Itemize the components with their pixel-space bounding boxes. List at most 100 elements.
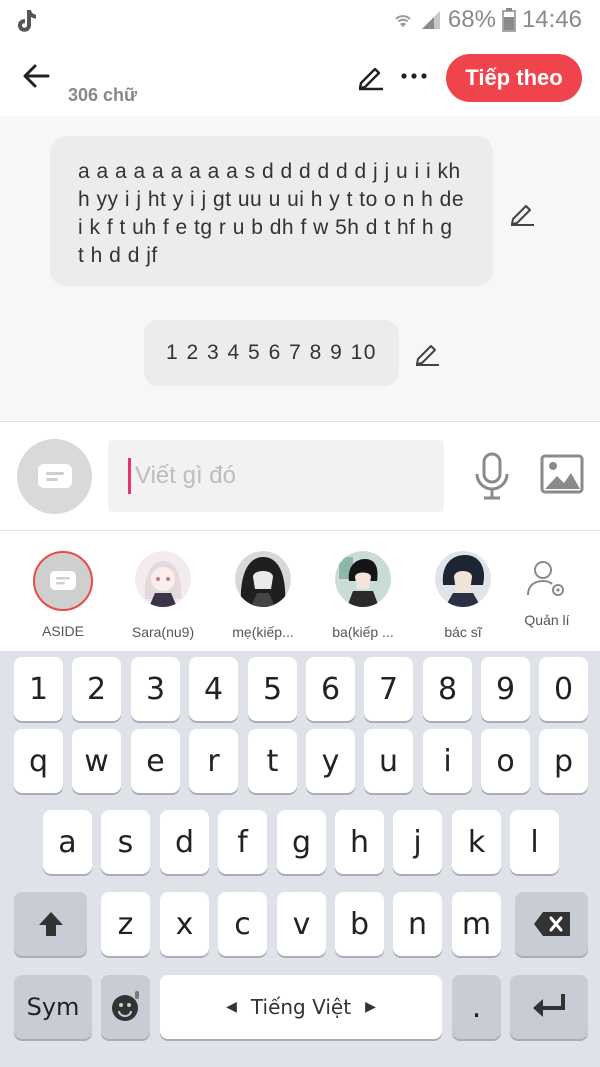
message-area: a a a a a a a a a s d d d d d d j j u i … xyxy=(0,116,600,420)
edit-message-icon[interactable] xyxy=(412,338,442,368)
avatar xyxy=(135,551,191,607)
tiktok-icon xyxy=(18,10,36,32)
key-b[interactable]: b xyxy=(335,892,384,956)
character-ba[interactable]: ba(kiếp ... xyxy=(318,551,408,640)
image-icon[interactable] xyxy=(540,454,584,494)
header: 306 chữ Tiếp theo xyxy=(0,40,600,116)
more-options-button[interactable] xyxy=(396,58,432,94)
character-aside[interactable]: ASIDE xyxy=(18,551,108,639)
avatar xyxy=(435,551,491,607)
microphone-icon[interactable] xyxy=(472,452,512,500)
space-key[interactable]: ◀ Tiếng Việt ▶ xyxy=(160,975,442,1039)
status-indicators: 68% 14:46 xyxy=(392,6,582,34)
character-name: Sara(nu9) xyxy=(131,624,195,640)
key-q[interactable]: q xyxy=(14,729,63,793)
character-name: ba(kiếp ... xyxy=(332,624,394,640)
key-5[interactable]: 5 xyxy=(248,657,297,721)
battery-icon xyxy=(502,8,516,32)
avatar xyxy=(335,551,391,607)
key-j[interactable]: j xyxy=(393,810,442,874)
char-count: 306 chữ xyxy=(68,85,138,105)
key-k[interactable]: k xyxy=(452,810,501,874)
key-g[interactable]: g xyxy=(277,810,326,874)
backspace-key[interactable] xyxy=(515,892,588,956)
edit-message-icon[interactable] xyxy=(507,198,537,228)
space-label: Tiếng Việt xyxy=(250,995,352,1019)
key-a[interactable]: a xyxy=(43,810,92,874)
chevron-right-icon: ▶ xyxy=(365,999,376,1015)
key-p[interactable]: p xyxy=(539,729,588,793)
message-icon xyxy=(37,463,72,488)
sym-key[interactable]: Sym xyxy=(14,975,92,1039)
key-e[interactable]: e xyxy=(131,729,180,793)
key-7[interactable]: 7 xyxy=(364,657,413,721)
key-i[interactable]: i xyxy=(423,729,472,793)
text-caret xyxy=(128,458,131,494)
message-input[interactable]: Viết gì đó xyxy=(108,440,444,512)
aside-toggle-button[interactable] xyxy=(17,439,92,514)
key-s[interactable]: s xyxy=(101,810,150,874)
key-n[interactable]: n xyxy=(393,892,442,956)
message-input-placeholder: Viết gì đó xyxy=(135,462,236,489)
key-6[interactable]: 6 xyxy=(306,657,355,721)
message-bubble[interactable]: 1 2 3 4 5 6 7 8 9 10 xyxy=(144,320,399,386)
message-icon xyxy=(50,571,76,590)
emoji-icon xyxy=(111,991,139,1021)
next-button[interactable]: Tiếp theo xyxy=(446,54,582,102)
character-name: ASIDE xyxy=(41,623,84,639)
arrow-left-icon xyxy=(23,64,50,88)
key-o[interactable]: o xyxy=(481,729,530,793)
key-9[interactable]: 9 xyxy=(481,657,530,721)
battery-percent: 68% xyxy=(447,6,496,33)
key-h[interactable]: h xyxy=(335,810,384,874)
key-f[interactable]: f xyxy=(218,810,267,874)
signal-icon xyxy=(421,11,440,29)
enter-key[interactable] xyxy=(510,975,588,1039)
key-l[interactable]: l xyxy=(510,810,559,874)
key-x[interactable]: x xyxy=(160,892,209,956)
key-r[interactable]: r xyxy=(189,729,238,793)
key-8[interactable]: 8 xyxy=(423,657,472,721)
key-4[interactable]: 4 xyxy=(189,657,238,721)
manage-label: Quản lí xyxy=(524,612,570,628)
key-w[interactable]: w xyxy=(72,729,121,793)
key-d[interactable]: d xyxy=(160,810,209,874)
character-sara[interactable]: Sara(nu9) xyxy=(118,551,208,640)
character-name: mẹ(kiếp... xyxy=(232,624,294,640)
emoji-key[interactable] xyxy=(101,975,150,1039)
keyboard: 1 2 3 4 5 6 7 8 9 0 q w e r t y u i o p … xyxy=(0,651,600,1067)
character-name: bác sĩ xyxy=(444,624,482,640)
key-c[interactable]: c xyxy=(218,892,267,956)
character-bac-si[interactable]: bác sĩ xyxy=(418,551,508,640)
key-0[interactable]: 0 xyxy=(539,657,588,721)
pencil-icon xyxy=(358,67,383,91)
back-button[interactable] xyxy=(16,56,56,96)
key-1[interactable]: 1 xyxy=(14,657,63,721)
key-t[interactable]: t xyxy=(248,729,297,793)
aside-avatar xyxy=(33,551,93,611)
key-z[interactable]: z xyxy=(101,892,150,956)
shift-icon xyxy=(38,912,63,936)
key-y[interactable]: y xyxy=(306,729,355,793)
user-settings-icon xyxy=(527,561,564,596)
character-picker: ASIDE Sara(nu9) mẹ(kiếp... ba(kiếp ... b… xyxy=(0,531,600,651)
key-2[interactable]: 2 xyxy=(72,657,121,721)
wifi-icon xyxy=(395,15,411,27)
key-u[interactable]: u xyxy=(364,729,413,793)
shift-key[interactable] xyxy=(14,892,87,956)
period-key[interactable]: . xyxy=(452,975,501,1039)
enter-icon xyxy=(533,994,565,1017)
clock: 14:46 xyxy=(521,6,582,33)
key-m[interactable]: m xyxy=(452,892,501,956)
edit-button[interactable] xyxy=(352,58,388,94)
manage-characters-button[interactable]: Quản lí xyxy=(502,553,592,628)
status-bar: 68% 14:46 xyxy=(0,0,600,40)
backspace-icon xyxy=(533,912,570,936)
key-3[interactable]: 3 xyxy=(131,657,180,721)
composer: Viết gì đó xyxy=(0,421,600,531)
avatar xyxy=(235,551,291,607)
more-icon xyxy=(401,73,427,79)
message-bubble[interactable]: a a a a a a a a a s d d d d d d j j u i … xyxy=(50,136,493,286)
key-v[interactable]: v xyxy=(277,892,326,956)
character-me[interactable]: mẹ(kiếp... xyxy=(218,551,308,640)
